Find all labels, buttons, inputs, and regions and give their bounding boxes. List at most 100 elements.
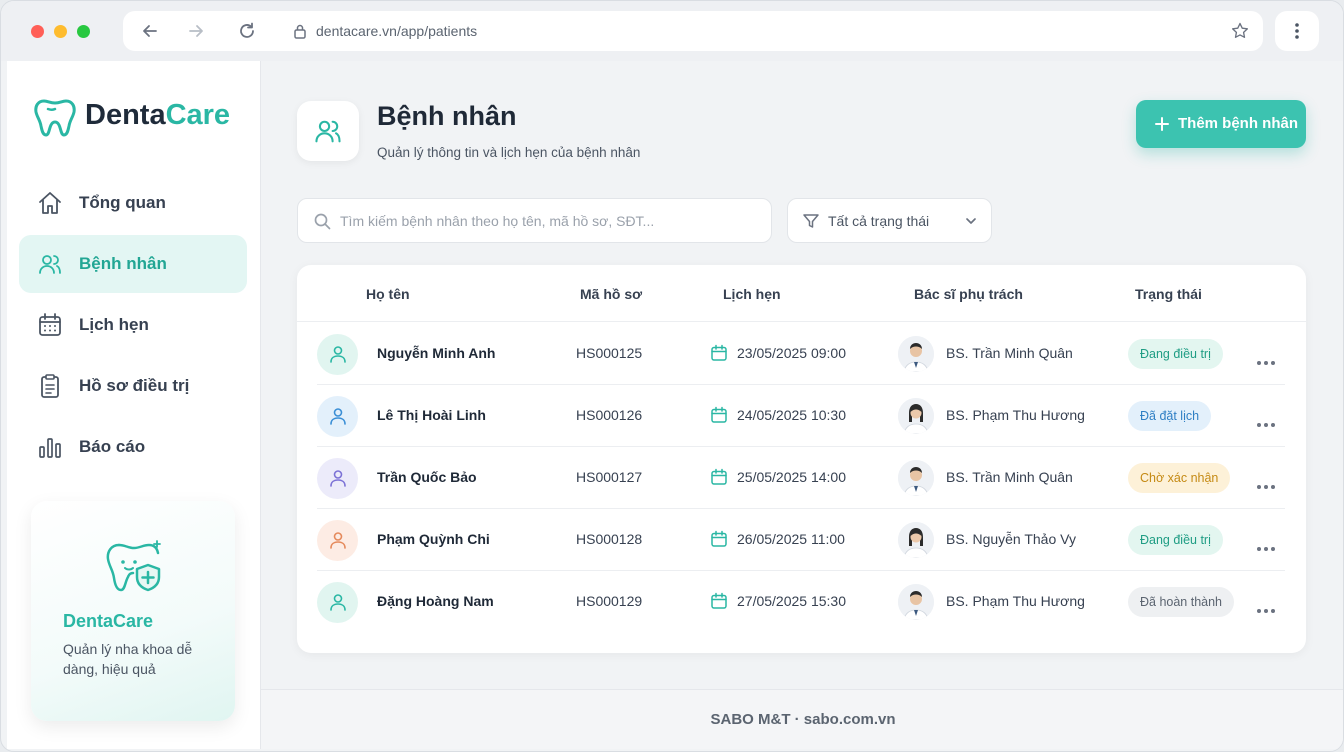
promo-description: Quản lý nha khoa dễ dàng, hiệu quả <box>63 641 193 677</box>
status-filter-dropdown[interactable]: Tất cả trạng thái <box>787 198 992 243</box>
status-badge: Đang điều trị <box>1128 525 1223 555</box>
appointment-time: 25/05/2025 14:00 <box>737 469 846 485</box>
sidebar-item-treatment-records[interactable]: Hồ sơ điều trị <box>19 357 247 415</box>
doctor-avatar <box>898 336 934 372</box>
tooth-logo-icon <box>34 99 76 137</box>
search-box[interactable] <box>297 198 772 243</box>
maximize-window-button[interactable] <box>77 25 90 38</box>
column-header-code[interactable]: Mã hồ sơ <box>580 286 642 302</box>
add-patient-label: Thêm bệnh nhân <box>1178 115 1298 132</box>
sidebar-item-label: Tổng quan <box>79 193 166 212</box>
sidebar-item-label: Bệnh nhân <box>79 254 167 273</box>
patient-code: HS000128 <box>576 531 643 547</box>
tooth-shield-icon <box>106 540 161 592</box>
table-row[interactable]: Lê Thị Hoài Linh HS000126 24/05/2025 10:… <box>317 385 1285 447</box>
sidebar-item-label: Hồ sơ điều trị <box>79 376 190 395</box>
table-row[interactable]: Đặng Hoàng Nam HS000129 27/05/2025 15:30… <box>317 571 1285 633</box>
table-row[interactable]: Phạm Quỳnh Chi HS000128 26/05/2025 11:00… <box>317 509 1285 571</box>
calendar-icon <box>711 344 727 361</box>
patient-avatar <box>317 582 358 623</box>
footer-text: SABO M&T · sabo.com.vn <box>710 711 896 728</box>
appointment-time: 27/05/2025 15:30 <box>737 593 846 609</box>
back-arrow-icon[interactable] <box>140 21 160 41</box>
home-icon <box>37 190 63 216</box>
page-title: Bệnh nhân <box>377 101 517 131</box>
doctor-name: BS. Phạm Thu Hương <box>946 593 1085 609</box>
row-more-options-icon[interactable] <box>1257 538 1278 556</box>
patient-code: HS000127 <box>576 469 643 485</box>
sidebar-item-label: Lịch hẹn <box>79 315 149 334</box>
sidebar-item-patients[interactable]: Bệnh nhân <box>19 235 247 293</box>
column-header-status[interactable]: Trạng thái <box>1135 286 1202 302</box>
logo-text-part1: Denta <box>85 99 166 131</box>
browser-toolbar: dentacare.vn/app/patients <box>1 1 1343 61</box>
filter-icon <box>803 214 819 228</box>
search-input[interactable] <box>340 211 760 231</box>
status-badge: Đã hoàn thành <box>1128 587 1235 617</box>
patient-avatar <box>317 520 358 561</box>
doctor-name: BS. Trần Minh Quân <box>946 345 1073 361</box>
patient-name[interactable]: Trần Quốc Bảo <box>377 469 477 485</box>
user-icon <box>330 594 346 611</box>
calendar-icon <box>37 312 63 338</box>
lock-icon <box>293 23 307 39</box>
doctor-avatar <box>898 522 934 558</box>
doctor-avatar <box>898 398 934 434</box>
patient-avatar <box>317 458 358 499</box>
patient-code: HS000125 <box>576 345 643 361</box>
table-row[interactable]: Nguyễn Minh Anh HS000125 23/05/2025 09:0… <box>317 323 1285 385</box>
patient-name[interactable]: Đặng Hoàng Nam <box>377 593 494 609</box>
patient-avatar <box>317 396 358 437</box>
patient-code: HS000126 <box>576 407 643 423</box>
status-badge: Chờ xác nhận <box>1128 463 1231 493</box>
user-icon <box>330 532 346 549</box>
patient-name[interactable]: Nguyễn Minh Anh <box>377 345 495 361</box>
status-badge: Đang điều trị <box>1128 339 1223 369</box>
browser-window: dentacare.vn/app/patients DentaCare Tổng… <box>0 0 1344 752</box>
chevron-down-icon <box>966 218 976 224</box>
calendar-icon <box>711 530 727 547</box>
plus-icon <box>1155 117 1169 131</box>
clipboard-icon <box>37 373 63 399</box>
calendar-icon <box>711 468 727 485</box>
users-icon <box>37 251 63 277</box>
doctor-avatar <box>898 584 934 620</box>
kebab-menu-icon <box>1295 23 1299 39</box>
status-badge: Đã đặt lịch <box>1128 401 1212 431</box>
patient-code: HS000129 <box>576 593 643 609</box>
sidebar-item-overview[interactable]: Tổng quan <box>19 174 247 232</box>
patient-avatar <box>317 334 358 375</box>
address-bar[interactable]: dentacare.vn/app/patients <box>123 11 1263 51</box>
logo-text-part2: Care <box>165 99 231 131</box>
doctor-avatar <box>898 460 934 496</box>
reload-icon[interactable] <box>237 21 257 41</box>
patient-name[interactable]: Phạm Quỳnh Chi <box>377 531 490 547</box>
url-text[interactable]: dentacare.vn/app/patients <box>316 23 477 39</box>
table-row[interactable]: Trần Quốc Bảo HS000127 25/05/2025 14:00 … <box>317 447 1285 509</box>
add-patient-button[interactable]: Thêm bệnh nhân <box>1136 100 1306 148</box>
close-window-button[interactable] <box>31 25 44 38</box>
column-header-appointment[interactable]: Lịch hẹn <box>723 286 781 302</box>
user-icon <box>330 346 346 363</box>
footer: SABO M&T · sabo.com.vn <box>261 689 1343 749</box>
column-header-doctor[interactable]: Bác sĩ phụ trách <box>914 286 1023 302</box>
row-more-options-icon[interactable] <box>1257 600 1278 618</box>
browser-menu-button[interactable] <box>1275 11 1319 51</box>
patient-name[interactable]: Lê Thị Hoài Linh <box>377 407 486 423</box>
bookmark-star-icon[interactable] <box>1230 21 1250 41</box>
sidebar-item-reports[interactable]: Báo cáo <box>19 418 247 476</box>
doctor-name: BS. Trần Minh Quân <box>946 469 1073 485</box>
column-header-name[interactable]: Họ tên <box>366 286 410 302</box>
sidebar-item-appointments[interactable]: Lịch hẹn <box>19 296 247 354</box>
promo-title: DentaCare <box>63 611 154 631</box>
row-more-options-icon[interactable] <box>1257 352 1278 370</box>
minimize-window-button[interactable] <box>54 25 67 38</box>
app-logo-text: DentaCare <box>85 99 230 132</box>
bar-chart-icon <box>37 434 63 460</box>
row-more-options-icon[interactable] <box>1257 476 1278 494</box>
calendar-icon <box>711 592 727 609</box>
row-more-options-icon[interactable] <box>1257 414 1278 432</box>
user-icon <box>330 470 346 487</box>
forward-arrow-icon[interactable] <box>186 21 206 41</box>
user-icon <box>330 408 346 425</box>
